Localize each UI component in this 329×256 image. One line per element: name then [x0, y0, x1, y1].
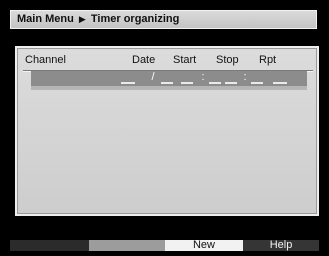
date-separator: /: [151, 71, 155, 83]
timer-organizing-screen: Main Menu ▶ Timer organizing Channel Dat…: [0, 0, 329, 256]
timer-list-panel: Channel Date Start Stop Rpt / : :: [15, 46, 319, 216]
new-button[interactable]: New: [165, 239, 243, 251]
breadcrumb-root[interactable]: Main Menu: [17, 13, 74, 25]
start-minute-placeholder: [209, 82, 221, 84]
new-button-label: New: [192, 239, 215, 251]
stop-hour-placeholder: [225, 82, 237, 84]
stop-time-separator: :: [243, 71, 247, 83]
stop-minute-placeholder: [251, 82, 263, 84]
red-function-key[interactable]: [10, 240, 89, 251]
column-header-channel: Channel: [25, 54, 66, 66]
breadcrumb: Main Menu ▶ Timer organizing: [17, 13, 179, 25]
start-hour-placeholder: [181, 82, 193, 84]
column-header-rpt: Rpt: [259, 54, 277, 66]
timer-row-selected[interactable]: / : :: [31, 71, 307, 86]
help-button[interactable]: Help: [243, 239, 319, 251]
date-day-placeholder: [121, 82, 135, 84]
breadcrumb-current: Timer organizing: [90, 13, 180, 25]
column-header-date: Date: [132, 54, 156, 66]
column-header-start: Start: [173, 54, 197, 66]
start-time-separator: :: [201, 71, 205, 83]
row-shadow-band: [31, 86, 307, 90]
green-function-key[interactable]: [89, 240, 165, 251]
repeat-placeholder: [273, 82, 287, 84]
help-button-label: Help: [269, 239, 293, 251]
breadcrumb-arrow-icon: ▶: [78, 14, 86, 24]
header-bar: Main Menu ▶ Timer organizing: [10, 10, 317, 29]
date-month-placeholder: [161, 82, 173, 84]
column-header-stop: Stop: [216, 54, 239, 66]
